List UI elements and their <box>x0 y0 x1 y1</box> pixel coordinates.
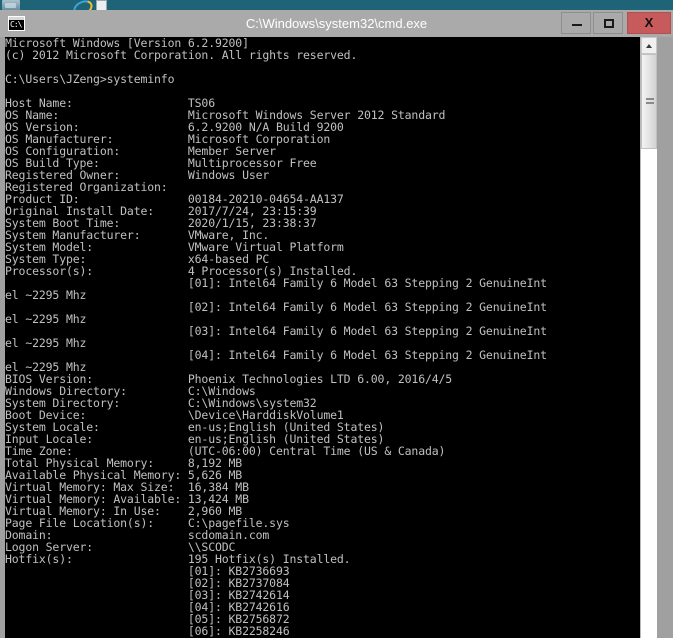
cmd-window: C:\ C:\Windows\system32\cmd.exe X Micros… <box>0 10 673 638</box>
maximize-icon <box>604 19 614 28</box>
scroll-up-arrow-icon[interactable] <box>641 37 657 54</box>
console-line: [01]: Intel64 Family 6 Model 63 Stepping… <box>5 277 640 289</box>
minimize-icon <box>572 24 582 26</box>
console-line: (c) 2012 Microsoft Corporation. All righ… <box>5 49 640 61</box>
scroll-thumb-grip <box>646 102 654 104</box>
window-right-border <box>657 37 673 638</box>
console-line: [04]: Intel64 Family 6 Model 63 Stepping… <box>5 349 640 361</box>
vertical-scrollbar[interactable] <box>640 37 657 638</box>
minimize-button[interactable] <box>561 12 591 34</box>
console-line: [02]: Intel64 Family 6 Model 63 Stepping… <box>5 301 640 313</box>
console-line: C:\Users\JZeng>systeminfo <box>5 73 640 85</box>
close-button[interactable]: X <box>627 12 671 34</box>
scroll-thumb-grip <box>646 98 654 100</box>
maximize-button[interactable] <box>593 12 623 34</box>
scroll-thumb[interactable] <box>641 54 657 149</box>
console-line: [03]: Intel64 Family 6 Model 63 Stepping… <box>5 325 640 337</box>
console-line: [06]: KB2258246 <box>5 625 640 637</box>
window-controls: X <box>559 12 671 34</box>
console-output[interactable]: Microsoft Windows [Version 6.2.9200](c) … <box>5 37 640 638</box>
console-client-area: Microsoft Windows [Version 6.2.9200](c) … <box>0 37 673 638</box>
title-bar[interactable]: C:\ C:\Windows\system32\cmd.exe X <box>0 10 673 37</box>
